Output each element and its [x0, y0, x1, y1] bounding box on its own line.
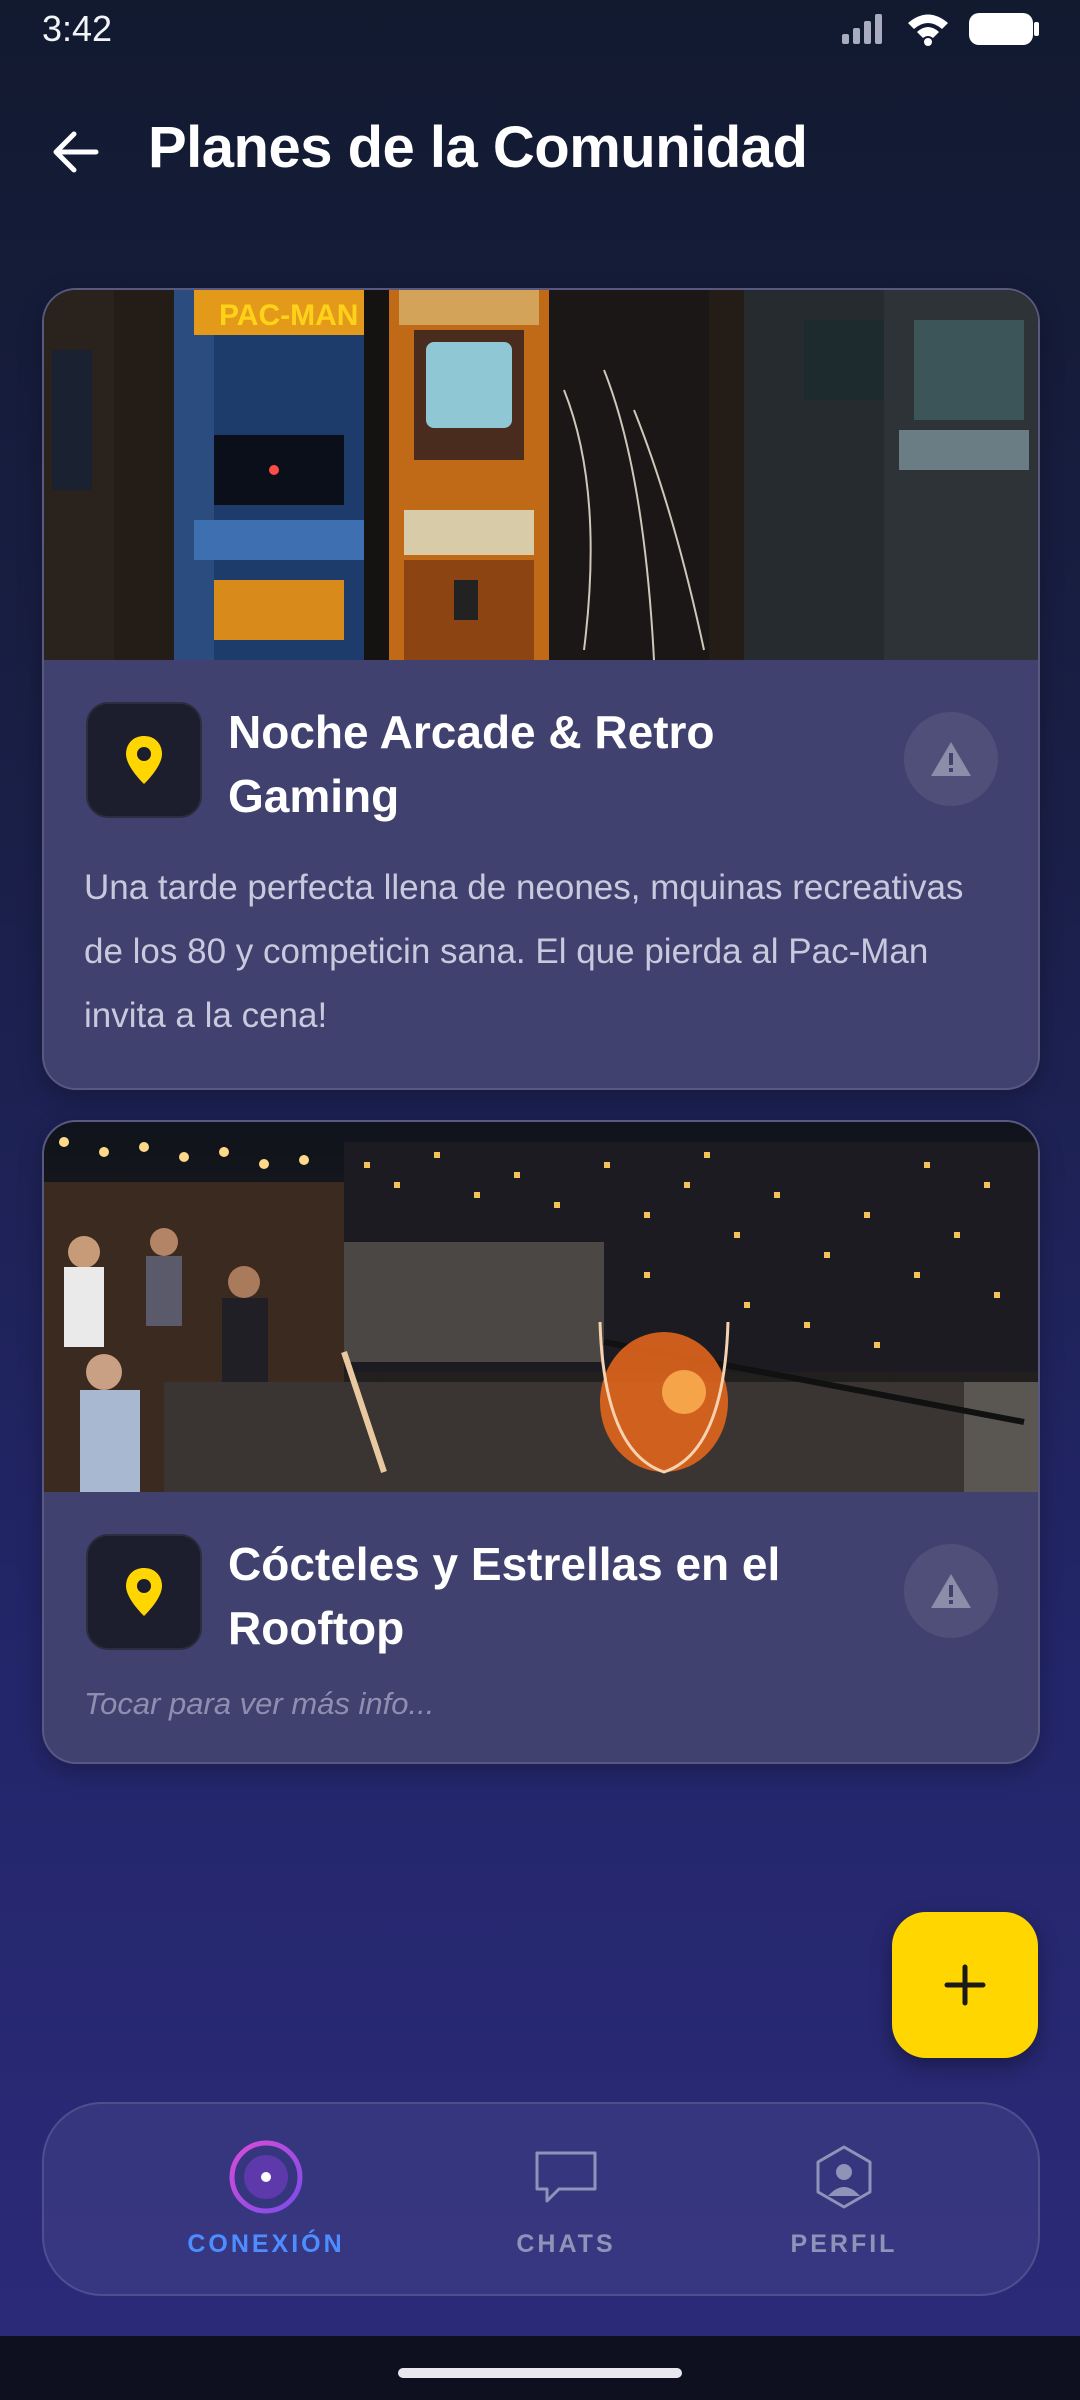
battery-icon — [969, 13, 1039, 45]
location-pin-icon — [126, 736, 162, 784]
plan-title: Cócteles y Estrellas en el Rooftop — [228, 1538, 781, 1654]
nav-label-chats: CHATS — [516, 2230, 616, 2258]
status-time: 3:42 — [42, 8, 113, 49]
plan-description: Una tarde perfecta llena de neones, mqui… — [84, 868, 964, 1035]
plan-card[interactable]: PAC-MAN Noche Arcade & Retro Gaming Una … — [42, 288, 1040, 1090]
status-icons — [840, 12, 1040, 46]
nav-item-perfil[interactable]: PERFIL — [724, 2132, 964, 2259]
profile-hexagon-icon — [816, 2145, 872, 2209]
chat-bubble-icon — [535, 2151, 597, 2203]
system-nav-bar — [0, 2336, 1080, 2400]
header: Planes de la Comunidad — [0, 100, 1080, 200]
report-button[interactable] — [904, 712, 998, 806]
nav-item-conexion[interactable]: CONEXIÓN — [146, 2132, 386, 2259]
status-bar: 3:42 — [0, 0, 1080, 60]
wifi-icon — [908, 14, 948, 46]
nav-item-chats[interactable]: CHATS — [446, 2132, 686, 2259]
nav-label-perfil: PERFIL — [790, 2230, 898, 2258]
arcade-machines-image: PAC-MAN — [44, 290, 1038, 660]
plan-card-body: Cócteles y Estrellas en el Rooftop Tocar… — [44, 1492, 1038, 1762]
plan-title: Noche Arcade & Retro Gaming — [228, 706, 715, 822]
location-pin-icon — [126, 1568, 162, 1616]
svg-text:PAC-MAN: PAC-MAN — [219, 299, 358, 332]
home-indicator[interactable] — [398, 2368, 682, 2378]
nav-label-conexion: CONEXIÓN — [187, 2230, 345, 2258]
signal-icon — [842, 14, 882, 44]
bottom-nav: CONEXIÓN CHATS PERFIL — [42, 2102, 1040, 2296]
back-button[interactable] — [40, 122, 110, 182]
plan-card[interactable]: Cócteles y Estrellas en el Rooftop Tocar… — [42, 1120, 1040, 1764]
plus-icon — [944, 1964, 986, 2006]
plan-image: PAC-MAN — [44, 290, 1038, 660]
plan-hint: Tocar para ver más info... — [84, 1686, 435, 1721]
location-badge — [86, 1534, 202, 1650]
plan-image — [44, 1122, 1038, 1492]
rooftop-bar-image — [44, 1122, 1038, 1492]
arrow-left-icon — [53, 131, 99, 173]
add-plan-button[interactable] — [892, 1912, 1038, 2058]
page-title: Planes de la Comunidad — [148, 115, 808, 180]
plan-card-body: Noche Arcade & Retro Gaming Una tarde pe… — [44, 660, 1038, 1088]
location-badge — [86, 702, 202, 818]
connection-target-icon — [229, 2140, 303, 2214]
warning-icon — [931, 1574, 971, 1608]
report-button[interactable] — [904, 1544, 998, 1638]
warning-icon — [931, 742, 971, 776]
